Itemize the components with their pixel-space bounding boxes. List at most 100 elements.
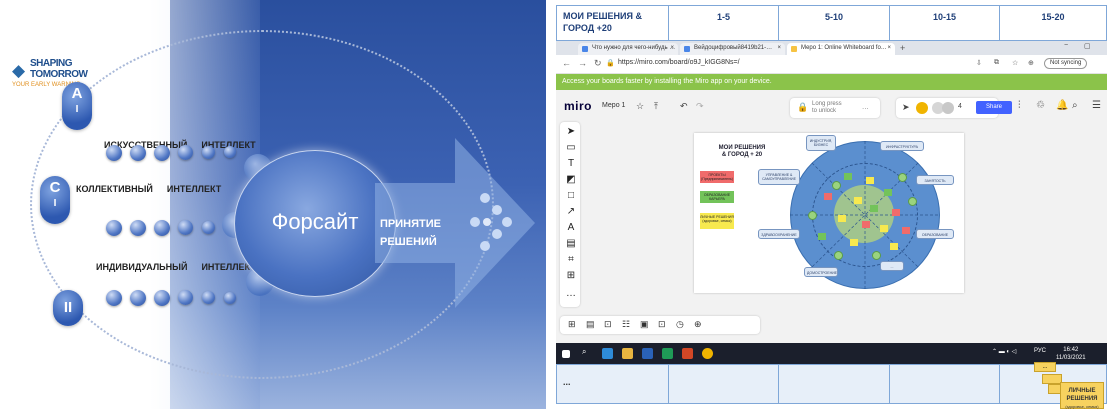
explorer-icon[interactable]	[622, 348, 633, 359]
mini-circle[interactable]	[872, 251, 881, 260]
miro-logo[interactable]: miro	[564, 99, 592, 113]
frame-tool[interactable]: ▭	[565, 142, 577, 154]
maximize-button[interactable]: ▢	[1084, 42, 1091, 50]
reactions-icon[interactable]: ♲	[1036, 100, 1045, 111]
mini-sticky[interactable]	[824, 193, 832, 200]
comments-icon[interactable]: ▤	[586, 319, 595, 330]
forward-icon[interactable]: →	[578, 58, 587, 68]
line-tool[interactable]: ↗	[565, 206, 577, 218]
not-syncing-button[interactable]: Not syncing	[1044, 58, 1088, 69]
mini-sticky[interactable]	[866, 177, 874, 184]
mini-circle[interactable]	[898, 173, 907, 182]
mini-sticky[interactable]	[850, 239, 858, 246]
refresh-icon[interactable]: ↻	[594, 58, 602, 69]
cursor-icon[interactable]: ➤	[902, 102, 910, 113]
shape-tool[interactable]: □	[565, 190, 577, 202]
upload-icon[interactable]: ⤒	[654, 101, 658, 112]
video-icon[interactable]: ⊡	[658, 319, 666, 330]
install-banner[interactable]: Access your boards faster by installing …	[556, 74, 1107, 90]
category-industry[interactable]: ИНДУСТРИЯ, БИЗНЕС	[806, 135, 836, 151]
redo-icon[interactable]: ↷	[696, 101, 704, 112]
bell-icon[interactable]: 🔔	[1056, 100, 1068, 111]
search-icon[interactable]: ⌕	[582, 347, 586, 357]
minimize-button[interactable]: −	[1064, 42, 1068, 49]
lock-panel[interactable]: 🔒 Long press to unlock ...	[790, 98, 880, 118]
mini-sticky[interactable]	[890, 243, 898, 250]
timer-icon[interactable]: ◷	[676, 319, 684, 330]
powerpoint-icon[interactable]	[682, 348, 693, 359]
download-icon[interactable]: ⇩	[976, 59, 982, 67]
more-tools[interactable]: …	[565, 288, 577, 300]
category-more[interactable]: ...	[880, 261, 904, 271]
comment-tool[interactable]: ▤	[565, 238, 577, 250]
search-icon[interactable]: ⌕	[1072, 100, 1078, 111]
select-tool[interactable]: ➤	[565, 126, 577, 138]
chat-icon[interactable]: ⊡	[604, 319, 612, 330]
close-icon[interactable]: ×	[670, 45, 674, 51]
category-infrastructure[interactable]: ИНФРАСТРУКТУРА	[880, 141, 924, 151]
clock[interactable]: 16:42 11/03/2021	[1056, 346, 1086, 362]
mini-circle[interactable]	[908, 197, 917, 206]
grid-tool[interactable]: ⌗	[565, 254, 577, 266]
excel-icon[interactable]	[662, 348, 673, 359]
edge-icon[interactable]	[602, 348, 613, 359]
mini-circle[interactable]	[808, 211, 817, 220]
sticky-personal-decisions[interactable]: ЛИЧНЫЕ РЕШЕНИЯ (здоровье, семья)	[1060, 382, 1104, 409]
sticky-note-tool[interactable]: ◩	[565, 174, 577, 186]
sticky-personal[interactable]: ЛИЧНЫЕ РЕШЕНИЯ (здоровье, семья)	[700, 213, 734, 229]
chrome-icon[interactable]	[702, 348, 713, 359]
back-icon[interactable]: ←	[562, 58, 571, 68]
voting-icon[interactable]: ⊕	[694, 319, 702, 330]
new-tab-button[interactable]: +	[900, 43, 905, 53]
tab-2[interactable]: Вейдоцифровый8419b21-… ×	[680, 43, 785, 55]
category-governance[interactable]: УПРАВЛЕНИЕ & САМОУПРАВЛЕНИЕ	[758, 169, 800, 185]
canvas-frame[interactable]: МОИ РЕШЕНИЯ & ГОРОД + 20 ПРОЕКТЫ (Предпри…	[694, 133, 964, 293]
collections-icon[interactable]: ⊕	[1028, 59, 1034, 67]
tab-miro[interactable]: Мерo 1: Online Whiteboard fo… ×	[787, 43, 895, 55]
tray-icons[interactable]: ⌃ ▬ ◐ ◁	[992, 348, 1016, 355]
mini-sticky[interactable]	[902, 227, 910, 234]
cards-icon[interactable]: ☷	[622, 319, 630, 330]
mini-sticky[interactable]	[862, 221, 870, 228]
close-icon[interactable]: ×	[777, 45, 781, 51]
menu-icon[interactable]: ☰	[1092, 100, 1101, 111]
star-icon[interactable]: ☆	[1012, 59, 1018, 67]
sticky-stack[interactable]: ... ЛИЧНЫЕ РЕШЕНИЯ (здоровье, семья)	[1026, 362, 1107, 409]
mini-sticky[interactable]	[838, 215, 846, 222]
sticky-note[interactable]	[1042, 374, 1062, 384]
frames-icon[interactable]: ⊞	[568, 319, 576, 330]
more-icon[interactable]: ...	[862, 102, 869, 111]
close-icon[interactable]: ×	[887, 45, 891, 51]
mini-circle[interactable]	[832, 181, 841, 190]
sticky-note[interactable]: ...	[1034, 362, 1056, 372]
share-button[interactable]: Share	[976, 101, 1012, 114]
mini-circle[interactable]	[834, 251, 843, 260]
tab-view-icon[interactable]: ⧉	[994, 59, 999, 67]
mini-sticky[interactable]	[880, 225, 888, 232]
board-name[interactable]: Мерo 1	[602, 102, 625, 109]
star-icon[interactable]: ☆	[636, 101, 644, 112]
pen-tool[interactable]: A	[565, 222, 577, 234]
tab-1[interactable]: Что нужно для чего-нибудь … ×	[578, 43, 678, 55]
undo-icon[interactable]: ↶	[680, 101, 688, 112]
category-housing[interactable]: ДОМОСТРОЕНИЕ	[804, 267, 838, 277]
upload-tool[interactable]: ⊞	[565, 270, 577, 282]
mini-sticky[interactable]	[884, 189, 892, 196]
word-icon[interactable]	[642, 348, 653, 359]
category-healthcare[interactable]: ЗДРАВООХРАНЕНИЕ	[758, 229, 800, 239]
screen-share-icon[interactable]: ▣	[640, 319, 649, 330]
mini-sticky[interactable]	[892, 209, 900, 216]
sticky-education[interactable]: ОБРАЗОВАНИЕ КАРЬЕРА	[700, 191, 734, 203]
language-indicator[interactable]: РУС	[1034, 348, 1046, 354]
category-employment[interactable]: ЗАНЯТОСТЬ	[916, 175, 954, 185]
url-input[interactable]: https://miro.com/board/o9J_kIGG8Ns=/	[618, 58, 918, 71]
mini-sticky[interactable]	[844, 173, 852, 180]
mini-sticky[interactable]	[818, 233, 826, 240]
sticky-projects[interactable]: ПРОЕКТЫ (Предприниматель)	[700, 171, 734, 183]
category-education[interactable]: ОБРАЗОВАНИЕ	[916, 229, 954, 239]
start-icon[interactable]	[562, 350, 570, 358]
mini-sticky[interactable]	[854, 197, 862, 204]
miro-board[interactable]: miro Мерo 1 ☆ ⤒ ↶ ↷ 🔒 Long press to unloc…	[556, 90, 1107, 343]
text-tool[interactable]: T	[565, 158, 577, 170]
mini-sticky[interactable]	[870, 205, 878, 212]
